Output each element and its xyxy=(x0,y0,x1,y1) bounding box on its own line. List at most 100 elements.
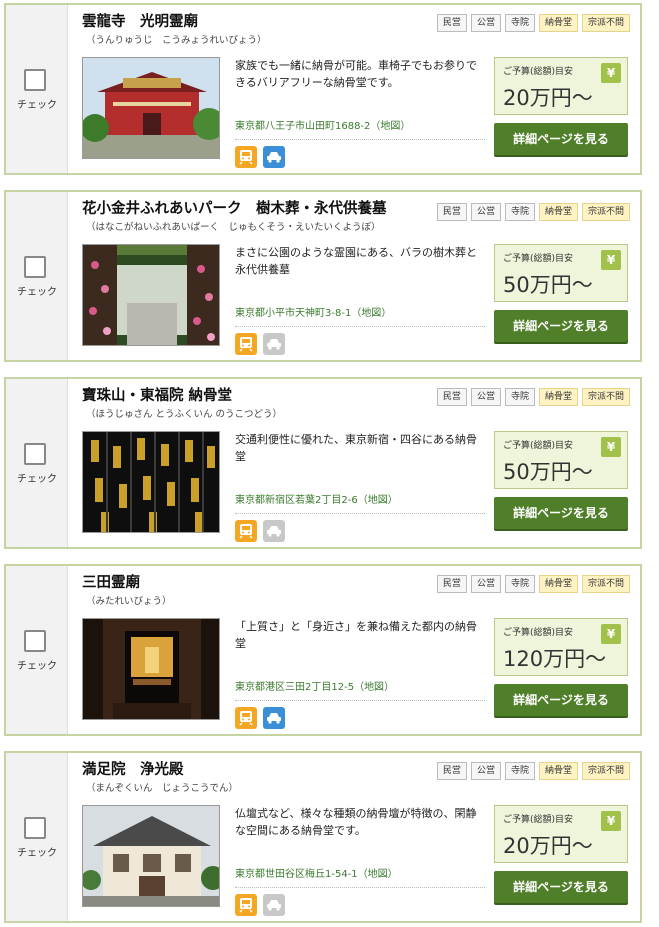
check-label: チェック xyxy=(17,100,57,111)
tag-list: 民営 公営 寺院 納骨堂 宗派不問 xyxy=(436,575,630,593)
facility-photo[interactable] xyxy=(82,244,220,346)
address-text: 東京都世田谷区梅丘1-54-1 xyxy=(235,869,358,880)
price-box: ご予算(総額)目安 ¥ 20万円〜 xyxy=(494,805,628,863)
car-icon xyxy=(263,707,285,729)
facility-address: 東京都港区三田2丁目12-5（地図） xyxy=(235,678,485,701)
address-text: 東京都小平市天神町3-8-1 xyxy=(235,308,352,319)
facility-photo[interactable] xyxy=(82,57,220,159)
tag-any-sect: 宗派不問 xyxy=(581,575,630,593)
compare-checkbox[interactable] xyxy=(24,256,46,278)
tag-any-sect: 宗派不問 xyxy=(581,388,630,406)
tag-list: 民営 公営 寺院 納骨堂 宗派不問 xyxy=(436,762,630,780)
address-text: 東京都八王子市山田町1688-2 xyxy=(235,121,371,132)
facility-card: チェック 花小金井ふれあいパーク 樹木葬・永代供養墓 （はなこがねいふれあいぱー… xyxy=(4,190,642,362)
yen-icon: ¥ xyxy=(601,811,621,831)
check-label: チェック xyxy=(17,848,57,859)
facility-photo[interactable] xyxy=(82,618,220,720)
tag-public: 公営 xyxy=(470,762,501,780)
tag-temple: 寺院 xyxy=(504,388,535,406)
compare-checkbox[interactable] xyxy=(24,630,46,652)
facility-photo[interactable] xyxy=(82,431,220,533)
tag-ossuary: 納骨堂 xyxy=(538,575,578,593)
facility-card: チェック 三田霊廟 （みたれいびょう） 民営 公営 寺院 納骨堂 宗派不問 「上… xyxy=(4,564,642,736)
check-column: チェック xyxy=(6,192,68,360)
facility-photo[interactable] xyxy=(82,805,220,907)
compare-checkbox[interactable] xyxy=(24,69,46,91)
tag-temple: 寺院 xyxy=(504,14,535,32)
map-link[interactable]: 地図 xyxy=(380,121,400,132)
check-label: チェック xyxy=(17,287,57,298)
detail-button[interactable]: 詳細ページを見る xyxy=(494,310,628,342)
tag-ossuary: 納骨堂 xyxy=(538,388,578,406)
check-label: チェック xyxy=(17,661,57,672)
yen-icon: ¥ xyxy=(601,624,621,644)
address-text: 東京都港区三田2丁目12-5 xyxy=(235,682,355,693)
facility-name[interactable]: 満足院 浄光殿 xyxy=(82,758,422,779)
facility-description: まさに公園のような霊園にある、バラの樹木葬と永代供養墓 xyxy=(235,246,477,276)
facility-address: 東京都世田谷区梅丘1-54-1（地図） xyxy=(235,865,485,888)
price-box: ご予算(総額)目安 ¥ 120万円〜 xyxy=(494,618,628,676)
detail-button[interactable]: 詳細ページを見る xyxy=(494,684,628,716)
facility-reading: （ほうじゅさん とうふくいん のうこつどう） xyxy=(86,409,283,420)
access-icons xyxy=(235,707,285,729)
car-icon xyxy=(263,333,285,355)
compare-checkbox[interactable] xyxy=(24,817,46,839)
detail-button[interactable]: 詳細ページを見る xyxy=(494,123,628,155)
tag-private: 民営 xyxy=(436,388,467,406)
check-column: チェック xyxy=(6,566,68,734)
check-column: チェック xyxy=(6,379,68,547)
detail-button[interactable]: 詳細ページを見る xyxy=(494,871,628,903)
tag-public: 公営 xyxy=(470,388,501,406)
price-box: ご予算(総額)目安 ¥ 50万円〜 xyxy=(494,244,628,302)
facility-reading: （はなこがねいふれあいぱーく じゅもくそう・えいたいくようぼ） xyxy=(86,222,381,233)
tag-any-sect: 宗派不問 xyxy=(581,14,630,32)
price-value: 50万円〜 xyxy=(503,460,593,484)
price-label: ご予算(総額)目安 xyxy=(503,441,574,451)
facility-card: チェック 雲龍寺 光明霊廟 （うんりゅうじ こうみょうれいびょう） 民営 公営 … xyxy=(4,3,642,175)
map-link[interactable]: 地図 xyxy=(364,682,384,693)
facility-name[interactable]: 寶珠山・東福院 納骨堂 xyxy=(82,384,422,405)
facility-card: チェック 寶珠山・東福院 納骨堂 （ほうじゅさん とうふくいん のうこつどう） … xyxy=(4,377,642,549)
yen-icon: ¥ xyxy=(601,63,621,83)
facility-name[interactable]: 雲龍寺 光明霊廟 xyxy=(82,10,422,31)
map-link[interactable]: 地図 xyxy=(361,308,381,319)
price-value: 20万円〜 xyxy=(503,86,593,110)
facility-address: 東京都八王子市山田町1688-2（地図） xyxy=(235,117,485,140)
tag-list: 民営 公営 寺院 納骨堂 宗派不問 xyxy=(436,388,630,406)
train-icon xyxy=(235,894,257,916)
price-label: ご予算(総額)目安 xyxy=(503,815,574,825)
tag-private: 民営 xyxy=(436,14,467,32)
facility-description: 交通利便性に優れた、東京新宿・四谷にある納骨堂 xyxy=(235,433,477,463)
map-link[interactable]: 地図 xyxy=(368,495,388,506)
yen-icon: ¥ xyxy=(601,437,621,457)
tag-private: 民営 xyxy=(436,203,467,221)
facility-name[interactable]: 三田霊廟 xyxy=(82,571,422,592)
tag-list: 民営 公営 寺院 納骨堂 宗派不問 xyxy=(436,203,630,221)
price-box: ご予算(総額)目安 ¥ 20万円〜 xyxy=(494,57,628,115)
access-icons xyxy=(235,333,285,355)
train-icon xyxy=(235,520,257,542)
price-label: ご予算(総額)目安 xyxy=(503,67,574,77)
facility-reading: （みたれいびょう） xyxy=(86,596,172,607)
tag-temple: 寺院 xyxy=(504,762,535,780)
access-icons xyxy=(235,146,285,168)
car-icon xyxy=(263,146,285,168)
tag-list: 民営 公営 寺院 納骨堂 宗派不問 xyxy=(436,14,630,32)
tag-public: 公営 xyxy=(470,14,501,32)
facility-card: チェック 満足院 浄光殿 （まんぞくいん じょうこうでん） 民営 公営 寺院 納… xyxy=(4,751,642,923)
facility-reading: （うんりゅうじ こうみょうれいびょう） xyxy=(86,35,267,46)
detail-button[interactable]: 詳細ページを見る xyxy=(494,497,628,529)
price-box: ご予算(総額)目安 ¥ 50万円〜 xyxy=(494,431,628,489)
tag-any-sect: 宗派不問 xyxy=(581,203,630,221)
price-value: 120万円〜 xyxy=(503,647,607,671)
tag-temple: 寺院 xyxy=(504,203,535,221)
price-label: ご予算(総額)目安 xyxy=(503,628,574,638)
compare-checkbox[interactable] xyxy=(24,443,46,465)
tag-ossuary: 納骨堂 xyxy=(538,762,578,780)
access-icons xyxy=(235,894,285,916)
train-icon xyxy=(235,707,257,729)
map-link[interactable]: 地図 xyxy=(368,869,388,880)
facility-name[interactable]: 花小金井ふれあいパーク 樹木葬・永代供養墓 xyxy=(82,197,422,218)
car-icon xyxy=(263,894,285,916)
facility-description: 「上質さ」と「身近さ」を兼ね備えた都内の納骨堂 xyxy=(235,620,477,650)
